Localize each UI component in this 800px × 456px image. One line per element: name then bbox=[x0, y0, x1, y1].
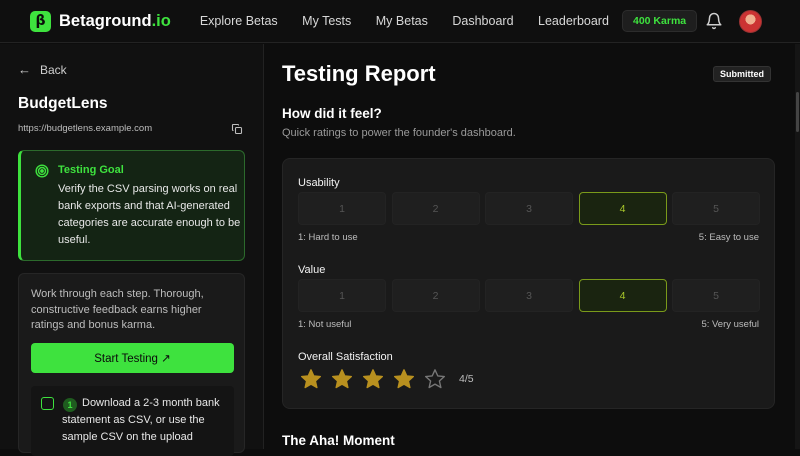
avatar[interactable] bbox=[739, 10, 762, 33]
value-label: Value bbox=[298, 264, 326, 276]
bell-icon[interactable] bbox=[705, 12, 723, 30]
value-scale: 1 2 3 4 5 bbox=[298, 279, 760, 312]
ratings-card: Usability 1 2 3 4 5 1: Hard to use 5: Ea… bbox=[282, 158, 775, 409]
nav-explore-betas[interactable]: Explore Betas bbox=[200, 14, 278, 28]
value-option-5[interactable]: 5 bbox=[672, 279, 760, 312]
back-label: Back bbox=[40, 62, 67, 77]
satisfaction-label: Overall Satisfaction bbox=[298, 351, 393, 363]
section-subtitle-feel: Quick ratings to power the founder's das… bbox=[282, 127, 516, 139]
value-option-2[interactable]: 2 bbox=[391, 279, 480, 312]
scrollbar[interactable] bbox=[795, 44, 800, 449]
copy-icon[interactable] bbox=[231, 123, 243, 135]
satisfaction-value: 4/5 bbox=[459, 373, 474, 385]
target-icon bbox=[35, 164, 49, 178]
project-url: https://budgetlens.example.com bbox=[18, 123, 153, 134]
instructions-text: Work through each step. Thorough, constr… bbox=[31, 288, 204, 331]
testing-goal-card: Testing Goal Verify the CSV parsing work… bbox=[18, 150, 245, 261]
step-item: 1 Download a 2-3 month bank statement as… bbox=[31, 386, 234, 456]
section-heading-aha: The Aha! Moment bbox=[282, 433, 395, 448]
usability-option-1[interactable]: 1 bbox=[298, 192, 386, 225]
goal-title: Testing Goal bbox=[58, 164, 124, 176]
nav-dashboard[interactable]: Dashboard bbox=[452, 14, 513, 28]
nav-my-betas[interactable]: My Betas bbox=[376, 14, 428, 28]
value-option-4[interactable]: 4 bbox=[578, 279, 667, 312]
star-icon-4[interactable] bbox=[393, 368, 415, 390]
step-text: Download a 2-3 month bank statement as C… bbox=[62, 397, 220, 443]
value-high-hint: 5: Very useful bbox=[701, 319, 759, 330]
sidebar: ← Back BudgetLens https://budgetlens.exa… bbox=[0, 44, 264, 456]
start-testing-button[interactable]: Start Testing ↗ bbox=[31, 343, 234, 373]
value-option-1[interactable]: 1 bbox=[298, 279, 386, 312]
value-low-hint: 1: Not useful bbox=[298, 319, 352, 330]
star-icon-3[interactable] bbox=[362, 368, 384, 390]
logo-icon: β bbox=[30, 10, 51, 32]
status-badge: Submitted bbox=[713, 66, 771, 82]
top-nav-bar: β Betaground.io Explore Betas My Tests M… bbox=[0, 0, 800, 43]
project-name: BudgetLens bbox=[18, 95, 108, 112]
page-title: Testing Report bbox=[282, 61, 436, 86]
usability-low-hint: 1: Hard to use bbox=[298, 232, 358, 243]
back-link[interactable]: ← Back bbox=[18, 62, 67, 77]
star-icon-5[interactable] bbox=[424, 368, 446, 390]
scrollbar-thumb[interactable] bbox=[796, 92, 799, 132]
usability-high-hint: 5: Easy to use bbox=[698, 232, 759, 243]
usability-option-5[interactable]: 5 bbox=[672, 192, 760, 225]
brand-name: Betaground.io bbox=[59, 11, 171, 30]
value-option-3[interactable]: 3 bbox=[485, 279, 573, 312]
usability-option-4[interactable]: 4 bbox=[578, 192, 667, 225]
star-icon-2[interactable] bbox=[331, 368, 353, 390]
usability-option-3[interactable]: 3 bbox=[485, 192, 573, 225]
goal-description: Verify the CSV parsing works on real ban… bbox=[58, 183, 241, 246]
instructions-card: Work through each step. Thorough, constr… bbox=[18, 273, 245, 456]
main-nav: Explore Betas My Tests My Betas Dashboar… bbox=[200, 14, 634, 28]
usability-scale: 1 2 3 4 5 bbox=[298, 192, 760, 225]
satisfaction-stars: 4/5 bbox=[300, 368, 474, 390]
arrow-left-icon: ← bbox=[18, 62, 31, 77]
usability-label: Usability bbox=[298, 177, 340, 189]
step-checkbox[interactable] bbox=[41, 397, 54, 410]
karma-badge[interactable]: 400 Karma bbox=[622, 10, 698, 32]
brand-logo[interactable]: β Betaground.io bbox=[30, 10, 171, 32]
section-heading-feel: How did it feel? bbox=[282, 106, 382, 121]
nav-leaderboard[interactable]: Leaderboard bbox=[538, 14, 609, 28]
usability-option-2[interactable]: 2 bbox=[391, 192, 480, 225]
report-panel: Testing Report Submitted How did it feel… bbox=[265, 44, 800, 449]
star-icon-1[interactable] bbox=[300, 368, 322, 390]
nav-my-tests[interactable]: My Tests bbox=[302, 14, 351, 28]
